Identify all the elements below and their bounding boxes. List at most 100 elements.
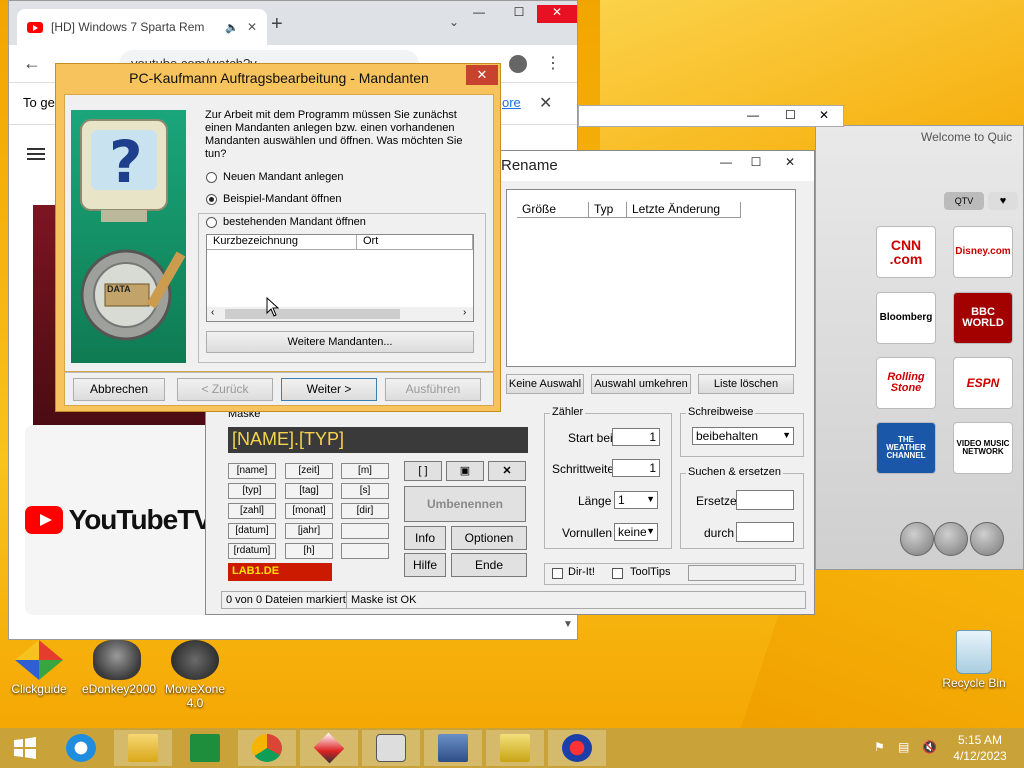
- channel-disney[interactable]: Disney.com: [953, 226, 1013, 278]
- channel-vmn[interactable]: VIDEO MUSIC NETWORK: [953, 422, 1013, 474]
- system-clock[interactable]: 5:15 AM 4/12/2023: [950, 732, 1010, 764]
- scroll-left-icon[interactable]: ‹: [211, 307, 214, 318]
- radio-sample[interactable]: [206, 193, 217, 205]
- back-arrow-icon[interactable]: ←: [23, 53, 41, 74]
- token-button[interactable]: [h]: [285, 543, 333, 559]
- radio-existing[interactable]: [206, 216, 217, 228]
- start-input[interactable]: 1: [612, 428, 660, 446]
- delete-x-icon[interactable]: ✕: [488, 461, 526, 481]
- dir-it-checkbox[interactable]: [552, 568, 563, 579]
- column-short-name[interactable]: Kurzbezeichnung: [207, 235, 357, 250]
- close-icon[interactable]: ✕: [537, 5, 577, 23]
- dialog-close-icon[interactable]: ✕: [466, 65, 498, 85]
- token-button[interactable]: [datum]: [228, 523, 276, 539]
- taskbar-quicktime[interactable]: [362, 730, 420, 766]
- token-button[interactable]: [name]: [228, 463, 276, 479]
- column-size[interactable]: Größe: [517, 202, 589, 218]
- token-button[interactable]: [zeit]: [285, 463, 333, 479]
- taskbar-chrome[interactable]: [238, 730, 296, 766]
- token-button[interactable]: [typ]: [228, 483, 276, 499]
- token-button[interactable]: [jahr]: [285, 523, 333, 539]
- token-button[interactable]: [341, 543, 389, 559]
- action-center-flag-icon[interactable]: ⚑: [874, 740, 885, 754]
- close-icon[interactable]: ✕: [819, 108, 829, 122]
- cancel-button[interactable]: Abbrechen: [73, 378, 165, 401]
- token-button[interactable]: [s]: [341, 483, 389, 499]
- more-mandants-button[interactable]: Weitere Mandanten...: [206, 331, 474, 353]
- taskbar-app-red[interactable]: [300, 730, 358, 766]
- zeros-select[interactable]: keine ▼: [614, 523, 658, 541]
- network-icon[interactable]: ▤: [898, 740, 909, 754]
- desktop-icon-recycle-bin[interactable]: Recycle Bin: [939, 630, 1009, 690]
- mask-input[interactable]: [NAME].[TYP]: [228, 427, 528, 453]
- rewind-button[interactable]: [900, 522, 934, 556]
- option-new-mandant[interactable]: Neuen Mandant anlegen: [206, 171, 343, 183]
- radio-new[interactable]: [206, 171, 217, 183]
- brackets-button[interactable]: [ ]: [404, 461, 442, 481]
- new-tab-button[interactable]: +: [271, 13, 283, 36]
- stop-button[interactable]: [934, 522, 968, 556]
- umbenennen-button[interactable]: Umbenennen: [404, 486, 526, 522]
- length-select[interactable]: 1 ▼: [614, 491, 658, 509]
- column-type[interactable]: Typ: [589, 202, 627, 218]
- file-list[interactable]: Größe Typ Letzte Änderung: [506, 189, 796, 367]
- favorites-heart-icon[interactable]: ♥: [988, 192, 1018, 210]
- volume-muted-icon[interactable]: 🔇: [922, 740, 937, 754]
- background-window-titlebar[interactable]: — ☐ ✕: [578, 105, 844, 127]
- taskbar-folder-app[interactable]: [486, 730, 544, 766]
- desktop-icon-edonkey[interactable]: eDonkey2000: [82, 640, 156, 696]
- mandanten-dialog[interactable]: PC-Kaufmann Auftragsbearbeitung - Mandan…: [55, 63, 501, 412]
- maximize-icon[interactable]: ☐: [785, 108, 796, 122]
- scroll-right-icon[interactable]: ›: [463, 307, 466, 318]
- ende-button[interactable]: Ende: [451, 553, 527, 577]
- minimize-icon[interactable]: —: [747, 108, 759, 122]
- liste-loeschen-button[interactable]: Liste löschen: [698, 374, 794, 394]
- desktop-icon-moviexone[interactable]: MovieXone 4.0: [160, 640, 230, 710]
- token-button[interactable]: [rdatum]: [228, 543, 276, 559]
- banner-link[interactable]: ore: [502, 95, 521, 110]
- replace-input[interactable]: [736, 490, 794, 510]
- back-button[interactable]: < Zurück: [177, 378, 273, 401]
- hamburger-menu-icon[interactable]: [27, 145, 45, 163]
- save-icon[interactable]: ▣: [446, 461, 484, 481]
- youtube-tv-promo[interactable]: YouTubeTV: [25, 425, 212, 615]
- next-button[interactable]: Weiter >: [281, 378, 377, 401]
- with-input[interactable]: [736, 522, 794, 542]
- scrollbar-thumb[interactable]: [225, 309, 400, 319]
- audio-icon[interactable]: 🔈: [225, 21, 239, 34]
- qt-tv-tab[interactable]: QTV: [944, 192, 984, 210]
- keine-auswahl-button[interactable]: Keine Auswahl: [506, 374, 584, 394]
- run-button[interactable]: Ausführen: [385, 378, 481, 401]
- maximize-icon[interactable]: ☐: [499, 5, 539, 23]
- channel-rolling-stone[interactable]: Rolling Stone: [876, 357, 936, 409]
- option-existing-mandant[interactable]: bestehenden Mandant öffnen: [206, 216, 366, 228]
- play-button[interactable]: [970, 522, 1004, 556]
- start-button[interactable]: [0, 730, 50, 766]
- menu-dots-icon[interactable]: ⋮: [545, 53, 561, 73]
- channel-espn[interactable]: ESPN: [953, 357, 1013, 409]
- taskbar-pc-kaufmann[interactable]: [548, 730, 606, 766]
- banner-close-icon[interactable]: ✕: [539, 93, 552, 113]
- channel-weather[interactable]: THE WEATHER CHANNEL: [876, 422, 936, 474]
- column-modified[interactable]: Letzte Änderung: [627, 202, 741, 218]
- info-button[interactable]: Info: [404, 526, 446, 550]
- taskbar-ie[interactable]: [52, 730, 110, 766]
- tab-close-icon[interactable]: ✕: [247, 20, 257, 34]
- token-button[interactable]: [tag]: [285, 483, 333, 499]
- quicktime-window[interactable]: Welcome to Quic QTV ♥ CNN .com Disney.co…: [815, 125, 1024, 570]
- token-button[interactable]: [m]: [341, 463, 389, 479]
- token-button[interactable]: [341, 523, 389, 539]
- channel-cnn[interactable]: CNN .com: [876, 226, 936, 278]
- token-button[interactable]: [zahl]: [228, 503, 276, 519]
- token-button[interactable]: [monat]: [285, 503, 333, 519]
- taskbar-store[interactable]: [176, 730, 234, 766]
- desktop-icon-clickguide[interactable]: Clickguide: [4, 640, 74, 696]
- close-icon[interactable]: ✕: [768, 151, 812, 173]
- chrome-tab[interactable]: [HD] Windows 7 Sparta Rem 🔈 ✕: [17, 9, 267, 45]
- mandant-list[interactable]: Kurzbezeichnung Ort ‹ ›: [206, 234, 474, 322]
- option-sample-mandant[interactable]: Beispiel-Mandant öffnen: [206, 193, 341, 205]
- token-button[interactable]: [dir]: [341, 503, 389, 519]
- step-input[interactable]: 1: [612, 459, 660, 477]
- taskbar-network-app[interactable]: [424, 730, 482, 766]
- minimize-icon[interactable]: —: [459, 5, 499, 23]
